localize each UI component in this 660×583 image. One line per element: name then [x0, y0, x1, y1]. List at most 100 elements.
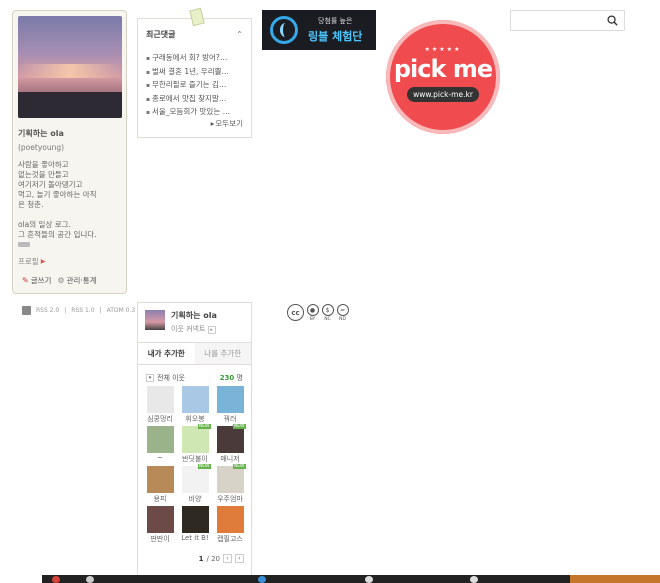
- profile-photo[interactable]: [18, 16, 122, 118]
- neighbors-title: 기획하는 ola: [171, 311, 217, 320]
- chevron-right-icon: ▸: [207, 326, 216, 334]
- next-page-button[interactable]: ›: [235, 554, 244, 563]
- count-value: 230: [219, 374, 235, 382]
- neighbor-thumbnail[interactable]: NEW: [216, 424, 246, 453]
- tab-added-me[interactable]: 나를 추가한: [194, 343, 251, 364]
- neighbor-item[interactable]: 딴딴이: [143, 506, 177, 544]
- ringble-logo-icon: [270, 16, 298, 44]
- profile-description: 사람을 좋아하고 없는것을 만들고 여기저기 돌아댕기고 먹고, 놀기 좋아하는…: [18, 160, 121, 250]
- search-input[interactable]: [511, 11, 603, 30]
- recent-comments-widget: 최근댓글 ⌃ 구래동에서 회? 방어?… 벌써 결혼 1년, 우리쁠… 무한리필…: [137, 7, 252, 138]
- atom-link[interactable]: ATOM 0.3: [107, 307, 136, 314]
- recent-comments-title: 최근댓글: [146, 30, 176, 39]
- neighbor-item[interactable]: NEW 반딧불이: [178, 424, 212, 464]
- neighbors-filter[interactable]: ▾ 전체 이웃: [146, 373, 185, 383]
- neighbor-thumbnail[interactable]: [181, 386, 209, 413]
- profile-name[interactable]: 기획하는 ola: [18, 128, 121, 139]
- pickme-ad-banner[interactable]: ★★★★★ pick me www.pick-me.kr: [386, 20, 500, 134]
- neighbor-name: 캡필고스: [217, 535, 243, 543]
- ringble-ad-banner[interactable]: 당첨률 높은 링블 체험단: [262, 10, 376, 50]
- neighbor-item[interactable]: 캡필고스: [213, 506, 247, 544]
- person-icon: ●: [306, 304, 319, 316]
- neighbor-thumbnail[interactable]: [146, 466, 174, 493]
- prev-page-button[interactable]: ‹: [223, 554, 232, 563]
- taskbar-tray[interactable]: [570, 575, 660, 583]
- taskbar-app-icon[interactable]: [470, 576, 478, 583]
- neighbor-name: 비양: [188, 495, 202, 503]
- neighbors-tabs: 내가 추가한 나를 추가한: [138, 342, 251, 365]
- taskbar: [0, 575, 660, 583]
- neighbor-item[interactable]: ~: [143, 426, 177, 464]
- profile-card: 기획하는 ola (poetyoung) 사람을 좋아하고 없는것을 만들고 여…: [12, 10, 127, 294]
- taskbar-app-icon[interactable]: [52, 576, 60, 583]
- neighbor-item[interactable]: NEW 우주엄마: [213, 464, 247, 504]
- pickme-logo-text: pick me: [393, 55, 493, 83]
- neighbor-item[interactable]: NEW 비양: [178, 464, 212, 504]
- skyline: [18, 92, 122, 118]
- comment-item[interactable]: 구래동에서 회? 방어?…: [146, 52, 243, 66]
- taskbar-app-icon[interactable]: [365, 576, 373, 583]
- stars-icon: ★★★★★: [424, 46, 462, 53]
- neighbors-grid: 심쿵멍리 휘오봉 꿔러 ~ NEW 반딧불이 NEW 매니저 용피 NEW 비양 NEW 우주엄마 딴딴이…: [138, 386, 251, 544]
- profile-desc-line: 사람을 좋아하고: [18, 160, 69, 169]
- neighbor-item[interactable]: 휘오봉: [178, 386, 212, 424]
- neighbor-item[interactable]: 꿔러: [213, 386, 247, 424]
- neighbors-count: 230 명: [220, 373, 243, 383]
- profile-desc-line: 그 흔적들의 공간 입니다.: [18, 230, 97, 239]
- neighbor-connect-label: 이웃 커넥트: [171, 325, 206, 333]
- comment-item[interactable]: 종로에서 맛집 찾지말…: [146, 93, 243, 107]
- avatar[interactable]: [145, 310, 165, 330]
- search-icon[interactable]: [607, 15, 618, 26]
- neighbor-item[interactable]: 심쿵멍리: [143, 386, 177, 424]
- comment-item[interactable]: 벌써 결혼 1년, 우리쁠…: [146, 66, 243, 80]
- neighbor-thumbnail[interactable]: [181, 506, 209, 533]
- rss-icon: [22, 306, 31, 315]
- manage-button[interactable]: ⚙ 관리·통계: [57, 275, 96, 286]
- neighbor-connect[interactable]: 이웃 커넥트 ▸: [171, 324, 217, 334]
- no-dollar-icon: $: [321, 304, 334, 316]
- cc-nd: = ND: [336, 304, 349, 322]
- neighbor-thumbnail[interactable]: [216, 386, 244, 413]
- rss1-link[interactable]: RSS 1.0: [71, 307, 94, 314]
- taskbar-start[interactable]: [0, 575, 42, 583]
- creative-commons-badge[interactable]: cc ● BY $ NC = ND: [287, 304, 349, 322]
- new-badge: NEW: [232, 424, 246, 429]
- tab-added-by-me[interactable]: 내가 추가한: [138, 343, 195, 364]
- view-all-link[interactable]: 모두보기: [211, 118, 243, 129]
- neighbor-thumbnail[interactable]: [216, 506, 244, 533]
- caret-up-icon[interactable]: ⌃: [236, 30, 243, 39]
- taskbar-app-icon[interactable]: [258, 576, 266, 583]
- neighbor-item[interactable]: Let it B!: [178, 506, 212, 544]
- neighbor-thumbnail[interactable]: [146, 386, 174, 413]
- neighbor-name: 매니저: [220, 455, 240, 463]
- profile-actions: ✎ 글쓰기 ⚙ 관리·통계: [22, 275, 97, 286]
- cc-by: ● BY: [306, 304, 319, 322]
- neighbor-item[interactable]: 용피: [143, 466, 177, 504]
- write-button[interactable]: ✎ 글쓰기: [22, 275, 51, 286]
- neighbor-item[interactable]: NEW 매니저: [213, 424, 247, 464]
- recent-comments-header: 최근댓글 ⌃: [146, 29, 243, 40]
- neighbor-thumbnail[interactable]: [146, 506, 174, 533]
- neighbor-thumbnail[interactable]: [146, 426, 174, 453]
- pencil-icon: ✎: [22, 276, 29, 285]
- profile-desc-line: 없는것을 만들고: [18, 170, 69, 179]
- more-desc-button[interactable]: [18, 242, 30, 247]
- rss2-link[interactable]: RSS 2.0: [36, 307, 59, 314]
- ad-line2: 링블 체험단: [308, 30, 363, 43]
- cc-nd-label: ND: [339, 317, 346, 322]
- profile-link[interactable]: 프로필 ▶: [18, 256, 121, 267]
- neighbor-name: 딴딴이: [150, 535, 170, 543]
- new-badge: NEW: [197, 464, 211, 469]
- neighbor-thumbnail[interactable]: NEW: [181, 424, 211, 453]
- neighbor-name: 심쿵멍리: [147, 415, 173, 423]
- pager: 1/ 20 ‹ ›: [199, 554, 244, 563]
- search-box: [510, 10, 625, 31]
- neighbors-filter-row: ▾ 전체 이웃 230 명: [138, 365, 251, 386]
- neighbor-thumbnail[interactable]: NEW: [216, 464, 246, 493]
- profile-desc-line: 은 청춘.: [18, 200, 44, 209]
- neighbor-thumbnail[interactable]: NEW: [181, 464, 211, 493]
- cc-nc-label: NC: [324, 317, 331, 322]
- page-current: 1: [198, 554, 204, 563]
- taskbar-app-icon[interactable]: [86, 576, 94, 583]
- comment-item[interactable]: 무한리필로 즐기는 김…: [146, 79, 243, 93]
